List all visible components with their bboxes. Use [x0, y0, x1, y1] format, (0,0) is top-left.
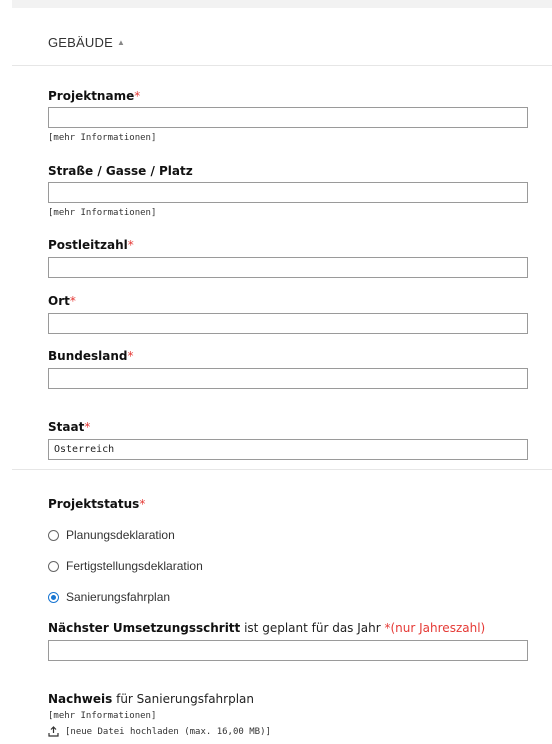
- strasse-input[interactable]: [48, 182, 528, 203]
- required-mark: *: [84, 420, 91, 434]
- required-mark: *: [139, 497, 146, 511]
- ort-label: Ort*: [48, 294, 76, 308]
- radio-sanierungsfahrplan[interactable]: Sanierungsfahrplan: [48, 590, 170, 604]
- required-mark: *: [127, 238, 134, 252]
- section-title: GEBÄUDE: [48, 35, 113, 50]
- plz-label: Postleitzahl*: [48, 238, 134, 252]
- projektname-label: Projektname*: [48, 89, 141, 103]
- nachweis-more-info-link[interactable]: [mehr Informationen]: [48, 711, 156, 721]
- radio-label: Planungsdeklaration: [66, 528, 175, 542]
- projektname-input[interactable]: [48, 107, 528, 128]
- section-divider-2: [12, 469, 552, 470]
- radio-fertigstellungsdeklaration[interactable]: Fertigstellungsdeklaration: [48, 559, 203, 573]
- radio-button[interactable]: [48, 560, 59, 572]
- ort-input[interactable]: [48, 313, 528, 334]
- projektstatus-label: Projektstatus*: [48, 497, 146, 511]
- required-note: *(nur Jahreszahl): [384, 621, 486, 635]
- bundesland-label: Bundesland*: [48, 349, 134, 363]
- required-mark: *: [69, 294, 76, 308]
- plz-input[interactable]: [48, 257, 528, 278]
- upload-file-link[interactable]: [neue Datei hochladen (max. 16,00 MB)]: [48, 726, 271, 737]
- projektname-more-info-link[interactable]: [mehr Informationen]: [48, 133, 156, 143]
- section-header-gebaeude[interactable]: GEBÄUDE ▲: [48, 35, 125, 50]
- umsetzung-year-input[interactable]: [48, 640, 528, 661]
- nachweis-label: Nachweis für Sanierungsfahrplan: [48, 692, 255, 706]
- top-strip: [12, 0, 552, 8]
- section-divider: [12, 65, 552, 66]
- staat-label: Staat*: [48, 420, 91, 434]
- staat-input[interactable]: [48, 439, 528, 460]
- collapse-caret-icon[interactable]: ▲: [117, 38, 125, 47]
- bundesland-input[interactable]: [48, 368, 528, 389]
- required-mark: *: [127, 349, 134, 363]
- upload-label: [neue Datei hochladen (max. 16,00 MB)]: [65, 726, 271, 737]
- umsetzung-label: Nächster Umsetzungsschritt ist geplant f…: [48, 621, 486, 635]
- radio-button-selected[interactable]: [48, 591, 59, 603]
- strasse-more-info-link[interactable]: [mehr Informationen]: [48, 208, 156, 218]
- radio-label: Sanierungsfahrplan: [66, 590, 171, 604]
- required-mark: *: [134, 89, 141, 103]
- strasse-label: Straße / Gasse / Platz: [48, 164, 193, 178]
- radio-button[interactable]: [48, 529, 59, 541]
- radio-label: Fertigstellungsdeklaration: [66, 559, 203, 573]
- radio-planungsdeklaration[interactable]: Planungsdeklaration: [48, 528, 175, 542]
- upload-icon[interactable]: [48, 726, 59, 737]
